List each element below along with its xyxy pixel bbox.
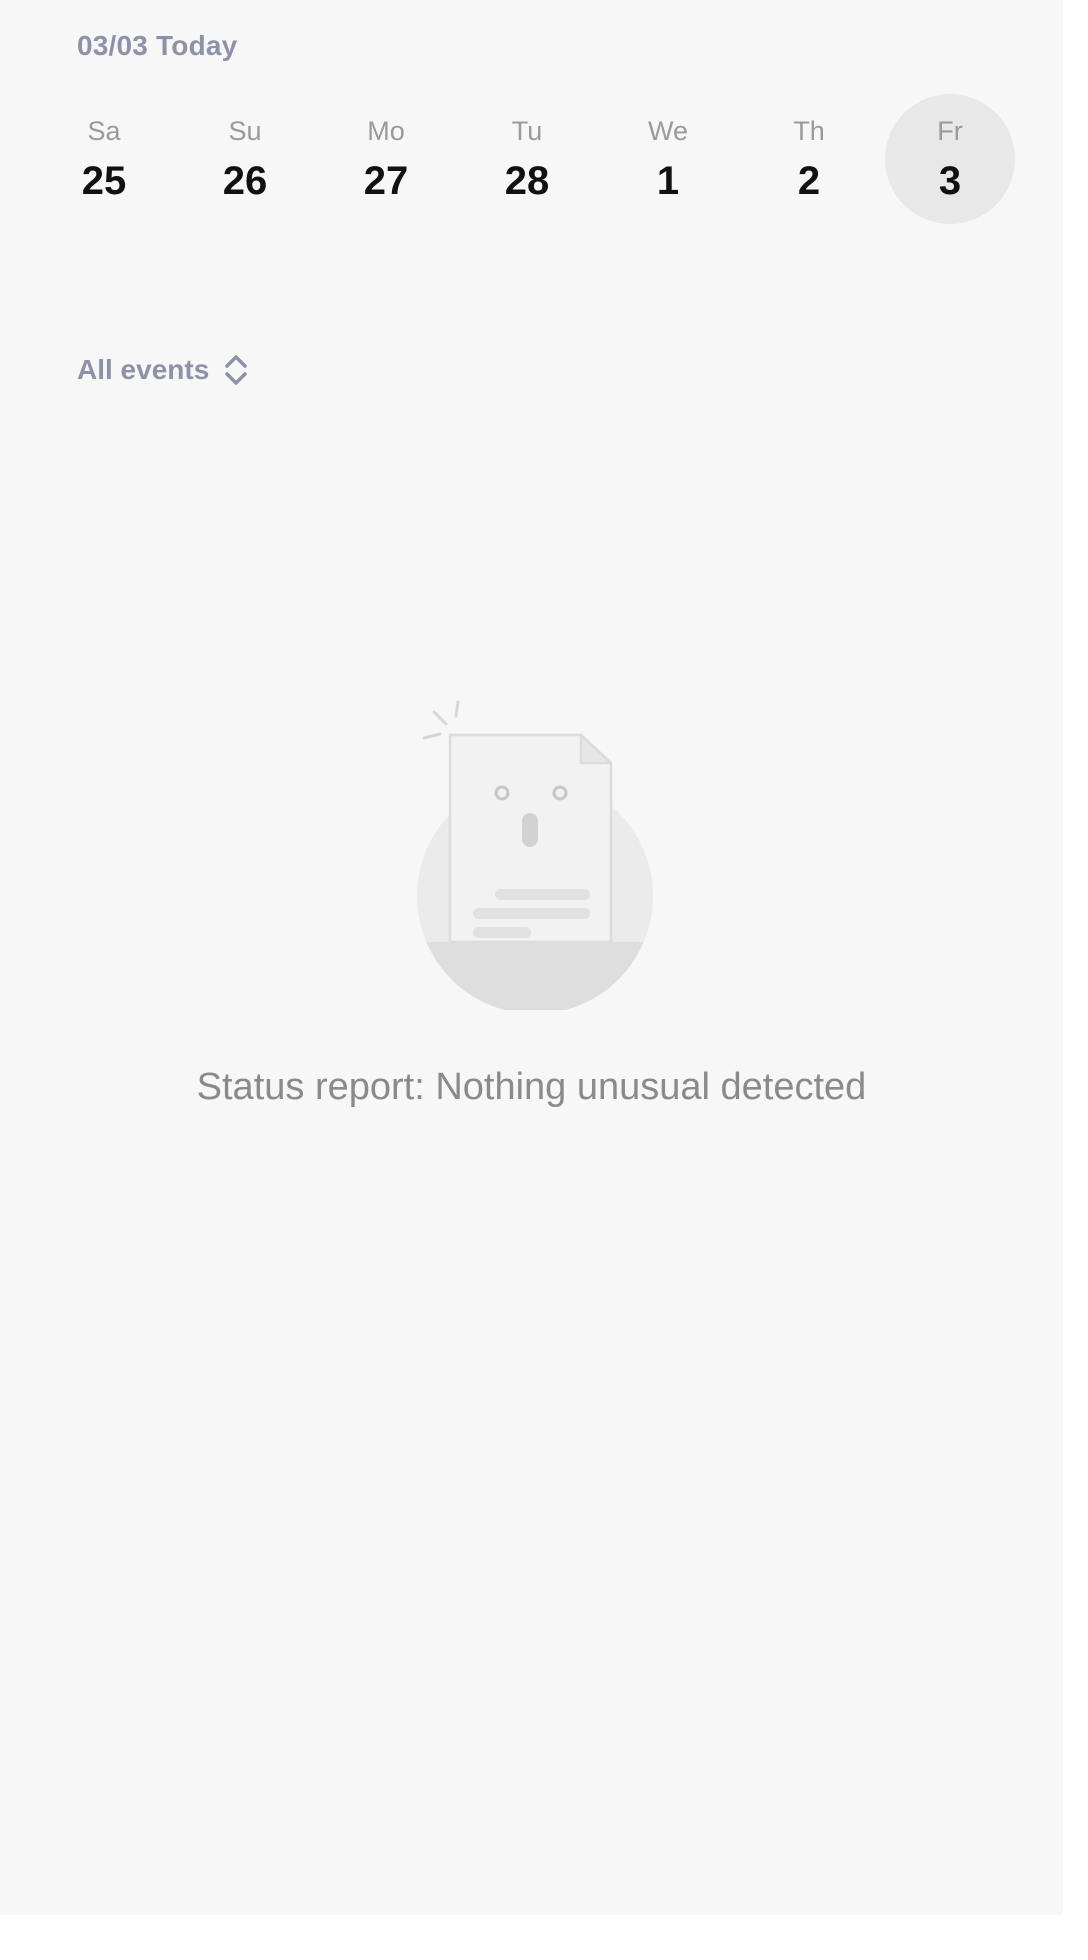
day-number: 27 <box>363 159 409 203</box>
day-number: 25 <box>81 159 127 203</box>
day-number: 26 <box>222 159 268 203</box>
day-number: 28 <box>504 159 550 203</box>
empty-document-icon <box>410 700 660 1014</box>
empty-state-message: Status report: Nothing unusual detected <box>196 1066 867 1108</box>
day-number: 2 <box>797 159 821 203</box>
day-we-1[interactable]: We 1 <box>603 94 733 224</box>
day-number: 1 <box>656 159 680 203</box>
date-header[interactable]: 03/03 Today <box>77 30 237 62</box>
day-of-week-label: Th <box>793 116 825 146</box>
app-screen: 03/03 Today Sa 25 Su 26 Mo 27 Tu 28 We 1… <box>0 0 1063 1915</box>
day-mo-27[interactable]: Mo 27 <box>321 94 451 224</box>
events-filter-dropdown[interactable]: All events <box>77 350 249 390</box>
day-number: 3 <box>938 159 962 203</box>
day-of-week-label: We <box>647 116 688 146</box>
week-strip: Sa 25 Su 26 Mo 27 Tu 28 We 1 Th 2 Fr 3 <box>39 94 1025 224</box>
day-tu-28[interactable]: Tu 28 <box>462 94 592 224</box>
chevron-up-down-icon <box>223 352 249 388</box>
day-of-week-label: Tu <box>511 116 543 146</box>
day-sa-25[interactable]: Sa 25 <box>39 94 169 224</box>
day-of-week-label: Mo <box>367 116 405 146</box>
events-filter-label: All events <box>77 354 210 385</box>
day-of-week-label: Su <box>228 116 262 146</box>
day-of-week-label: Sa <box>87 116 121 146</box>
day-of-week-label: Fr <box>937 116 963 146</box>
day-th-2[interactable]: Th 2 <box>744 94 874 224</box>
day-su-26[interactable]: Su 26 <box>180 94 310 224</box>
day-fr-3-selected[interactable]: Fr 3 <box>885 94 1015 224</box>
